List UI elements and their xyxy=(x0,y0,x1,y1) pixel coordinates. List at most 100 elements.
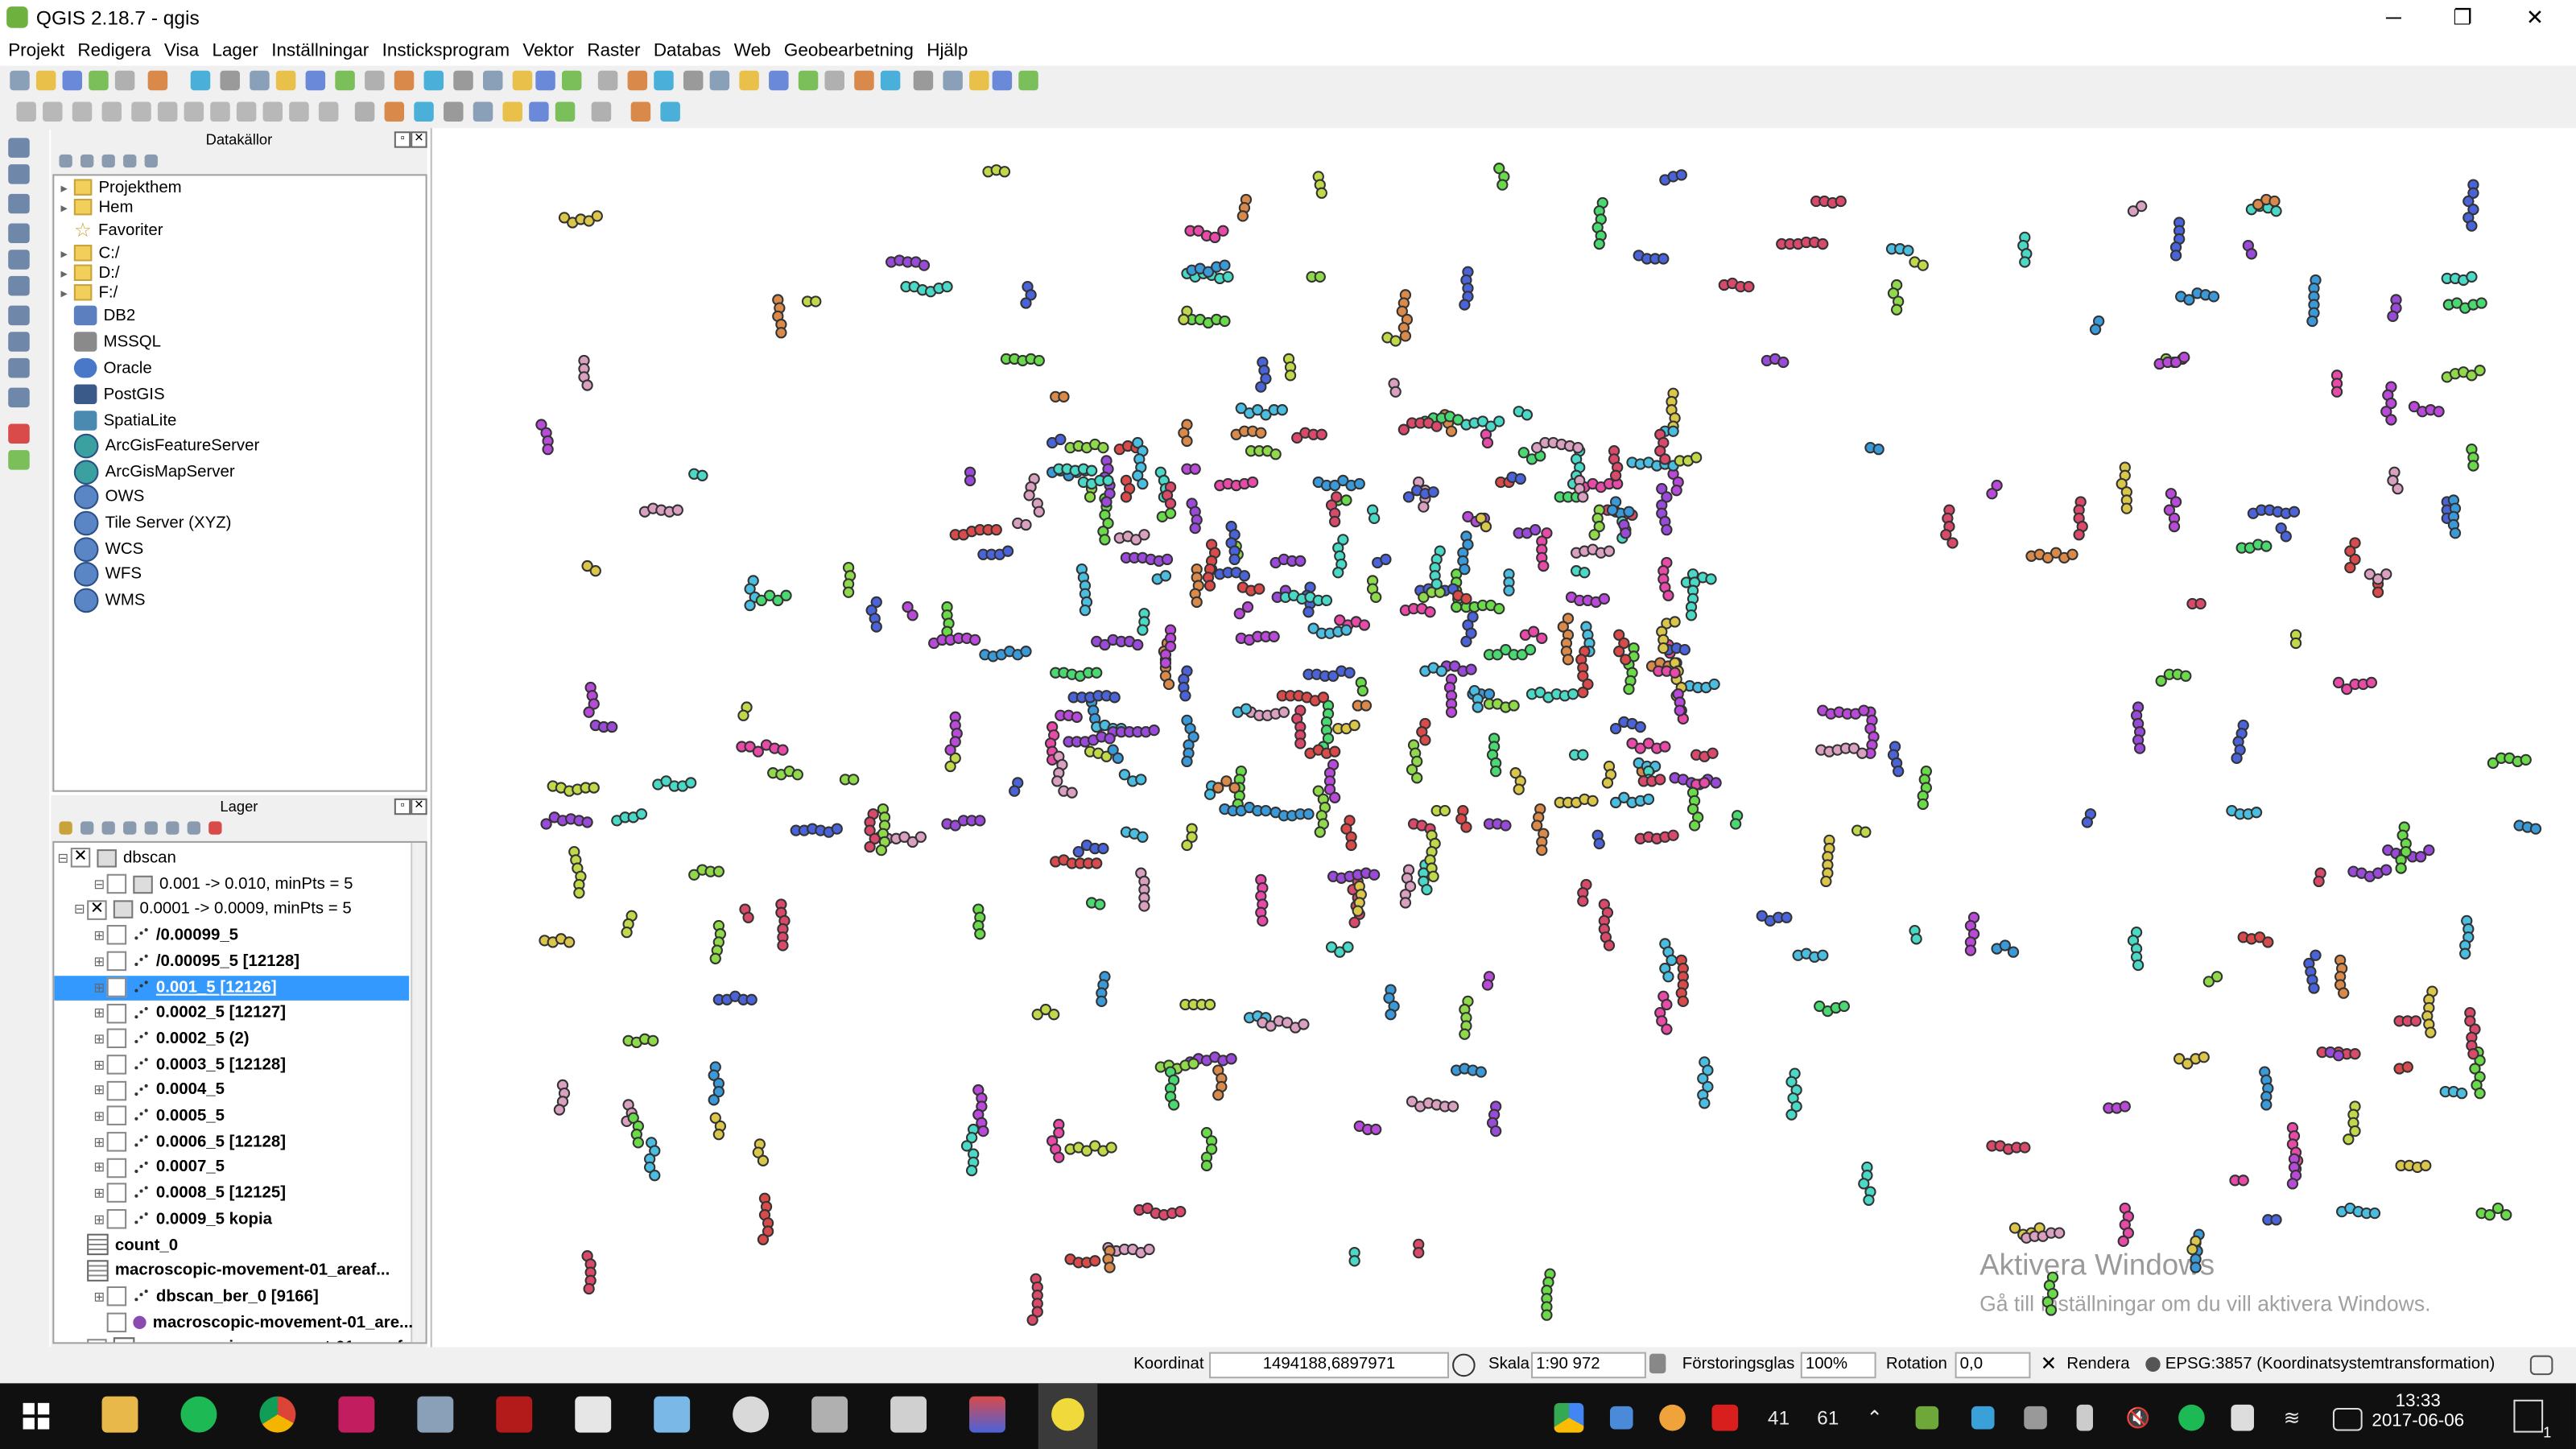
browser-item[interactable]: ☆ Favoriter xyxy=(74,218,163,243)
tool-icon[interactable] xyxy=(811,1396,848,1433)
digitizing-button-icon[interactable] xyxy=(131,101,151,122)
layer-item[interactable]: ⊞ 0.0002_5 (2) xyxy=(54,1026,409,1051)
qgis-taskbar-button[interactable] xyxy=(1038,1383,1098,1449)
digitizing-button-icon[interactable] xyxy=(414,101,434,122)
expand-toggle-icon[interactable]: ⊞ xyxy=(93,1001,106,1026)
toolbar-button-icon[interactable] xyxy=(824,70,844,91)
properties-icon[interactable] xyxy=(144,154,158,168)
toolbar-button-icon[interactable] xyxy=(597,70,618,91)
toolbar-button-icon[interactable] xyxy=(10,70,30,91)
browser-item[interactable]: PostGIS xyxy=(73,383,165,408)
toolbar-button-icon[interactable] xyxy=(943,70,963,91)
layer-item[interactable]: macroscopic-movement-01_areaf... xyxy=(54,1336,416,1343)
expand-toggle-icon[interactable]: ⊟ xyxy=(93,872,106,897)
crs-button[interactable]: EPSG:3857 (Koordinatsystemtransformation… xyxy=(2165,1356,2495,1373)
float-layers-button[interactable]: ▫ xyxy=(394,798,411,815)
layer-item[interactable]: ⊞ ✕ 0.001_5 [12126] xyxy=(54,975,410,1000)
browser-item[interactable]: WFS xyxy=(73,561,142,587)
expand-arrow-icon[interactable]: ▸ xyxy=(61,196,74,221)
layer-item[interactable]: ⊞ 0.0004_5 xyxy=(54,1078,409,1103)
menu-item-raster[interactable]: Raster xyxy=(579,36,645,60)
layer-visibility-checkbox[interactable] xyxy=(106,1132,127,1152)
layer-item[interactable]: ⊞ 0.0002_5 [12127] xyxy=(54,1001,409,1026)
firefox-tray-icon[interactable] xyxy=(1659,1404,1686,1431)
layer-group[interactable]: ⊟ ✕ dbscan xyxy=(54,846,409,871)
add-layer-button-icon[interactable] xyxy=(8,332,30,352)
digitizing-button-icon[interactable] xyxy=(16,101,36,122)
scale-combobox[interactable]: 1:90 972 xyxy=(1531,1352,1646,1379)
add-layer-button-icon[interactable] xyxy=(8,250,30,270)
toolbar-button-icon[interactable] xyxy=(512,70,533,91)
layer-visibility-checkbox[interactable] xyxy=(106,1312,127,1332)
browser-item[interactable]: Tile Server (XYZ) xyxy=(73,510,232,536)
layer-item[interactable]: ⊞ 0.0005_5 xyxy=(54,1104,409,1129)
toolbar-button-icon[interactable] xyxy=(992,70,1013,91)
toolbar-button-icon[interactable] xyxy=(305,70,326,91)
app-window-icon[interactable] xyxy=(417,1396,454,1433)
notes-icon[interactable] xyxy=(654,1396,691,1433)
menu-item-visa[interactable]: Visa xyxy=(156,36,204,60)
start-button-icon[interactable] xyxy=(23,1402,50,1430)
display-tray-icon[interactable] xyxy=(2024,1406,2047,1430)
wifi-icon[interactable]: ≋ xyxy=(2284,1406,2301,1430)
float-panel-button[interactable]: ▫ xyxy=(394,131,411,148)
menu-item-lager[interactable]: Lager xyxy=(204,36,263,60)
battery-icon[interactable] xyxy=(2076,1404,2093,1431)
extents-toggle-icon[interactable] xyxy=(1452,1353,1476,1377)
filter-icon[interactable] xyxy=(101,154,115,168)
add-layer-button-icon[interactable] xyxy=(8,305,30,326)
add-layer-icon[interactable] xyxy=(59,154,72,168)
layer-visibility-checkbox[interactable] xyxy=(106,1209,127,1229)
menu-item-inställningar[interactable]: Inställningar xyxy=(263,36,374,60)
expand-toggle-icon[interactable]: ⊞ xyxy=(93,1078,106,1103)
expand-arrow-icon[interactable]: ▸ xyxy=(61,281,74,306)
layer-item[interactable]: ⊞ 0.0008_5 [12125] xyxy=(54,1182,409,1207)
expand-toggle-icon[interactable]: ⊞ xyxy=(93,1208,106,1232)
digitizing-button-icon[interactable] xyxy=(555,101,576,122)
layer-item[interactable]: ⊞ /0.00095_5 [12128] xyxy=(54,949,409,974)
action-center-small-icon[interactable] xyxy=(2332,1407,2363,1431)
layer-visibility-checkbox[interactable]: ✕ xyxy=(87,899,107,920)
expand-toggle-icon[interactable]: ⊞ xyxy=(93,1129,106,1154)
lock-scale-icon[interactable] xyxy=(1649,1353,1666,1374)
layer-item[interactable]: ⊞ 0.0003_5 [12128] xyxy=(54,1052,409,1077)
layer-item[interactable]: macroscopic-movement-01_areaf... xyxy=(54,1259,409,1284)
layer-item[interactable]: ⊞ 0.0006_5 [12128] xyxy=(54,1129,409,1154)
visibility-icon[interactable] xyxy=(101,821,115,835)
digitizing-button-icon[interactable] xyxy=(630,101,651,122)
refresh-icon[interactable] xyxy=(80,154,94,168)
toolbar-button-icon[interactable] xyxy=(880,70,901,91)
layer-visibility-checkbox[interactable] xyxy=(106,1029,127,1049)
layer-group[interactable]: ⊟ 0.001 -> 0.010, minPts = 5 xyxy=(54,872,409,897)
menu-item-insticksprogram[interactable]: Insticksprogram xyxy=(374,36,514,60)
layer-item[interactable]: ⊞ 0.0009_5 kopia xyxy=(54,1208,409,1232)
digitizing-button-icon[interactable] xyxy=(43,101,63,122)
digitizing-button-icon[interactable] xyxy=(354,101,375,122)
menu-item-redigera[interactable]: Redigera xyxy=(69,36,155,60)
toolbar-button-icon[interactable] xyxy=(1018,70,1038,91)
expand-toggle-icon[interactable]: ⊞ xyxy=(93,1155,106,1180)
toolbar-button-icon[interactable] xyxy=(89,70,109,91)
magnifier-spinbox[interactable]: 100% xyxy=(1800,1352,1876,1379)
add-layer-button-icon[interactable] xyxy=(8,387,30,408)
digitizing-button-icon[interactable] xyxy=(210,101,230,122)
toolbar-button-icon[interactable] xyxy=(35,70,56,91)
browser-item[interactable]: WCS xyxy=(73,537,143,562)
layer-visibility-checkbox[interactable]: ✕ xyxy=(70,848,91,869)
toolbar-button-icon[interactable] xyxy=(709,70,730,91)
add-layer-button-icon[interactable] xyxy=(8,275,30,296)
layer-visibility-checkbox[interactable] xyxy=(106,1183,127,1203)
layer-item[interactable]: ⊞ dbscan_ber_0 [9166] xyxy=(54,1285,409,1310)
layer-visibility-checkbox[interactable] xyxy=(106,1158,127,1178)
digitizing-button-icon[interactable] xyxy=(444,101,464,122)
remove-layer-icon[interactable] xyxy=(208,821,222,835)
toolbar-button-icon[interactable] xyxy=(854,70,874,91)
expand-toggle-icon[interactable]: ⊞ xyxy=(93,1285,106,1310)
toolbar-button-icon[interactable] xyxy=(275,70,296,91)
digitizing-button-icon[interactable] xyxy=(184,101,204,122)
toolbar-button-icon[interactable] xyxy=(798,70,819,91)
toolbar-button-icon[interactable] xyxy=(627,70,648,91)
google-drive-icon[interactable] xyxy=(1554,1402,1584,1433)
close-layers-button[interactable]: ✕ xyxy=(411,798,427,815)
toolbar-button-icon[interactable] xyxy=(394,70,415,91)
